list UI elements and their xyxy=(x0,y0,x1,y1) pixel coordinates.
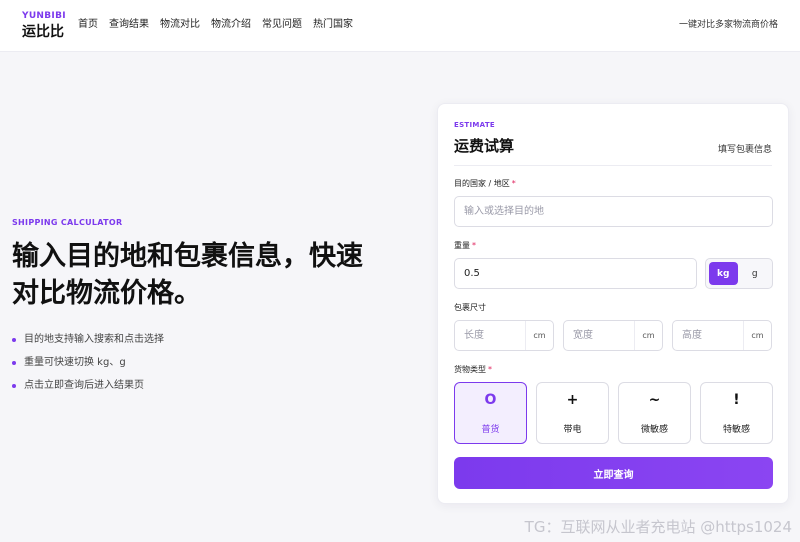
unit-kg-button[interactable]: kg xyxy=(709,262,738,285)
hero-title: 输入目的地和包裹信息，快速对比物流价格。 xyxy=(12,241,363,309)
length-unit: cm xyxy=(525,321,553,350)
circle-icon: O xyxy=(484,392,497,408)
bullet-dot-icon xyxy=(12,338,16,342)
hero-feature-text: 重量可快速切换 kg、g xyxy=(24,357,126,368)
required-mark: * xyxy=(488,365,492,374)
bullet-dot-icon xyxy=(12,361,16,365)
hero-feature-item: 点击立即查询后进入结果页 xyxy=(12,380,412,392)
destination-input[interactable] xyxy=(454,196,773,227)
cargo-type-label-text: 货物类型 xyxy=(454,365,486,374)
exclamation-icon: ! xyxy=(733,392,740,408)
weight-input[interactable] xyxy=(454,258,697,289)
unit-g-button[interactable]: g xyxy=(741,262,770,285)
cargo-type-label-highly-sensitive: 特敏感 xyxy=(722,425,750,435)
plus-icon: + xyxy=(566,392,579,408)
nav-item-home[interactable]: 首页 xyxy=(78,18,98,32)
hero-feature-item: 重量可快速切换 kg、g xyxy=(12,357,412,369)
hero-feature-list: 目的地支持输入搜索和点击选择 重量可快速切换 kg、g 点击立即查询后进入结果页 xyxy=(12,334,412,392)
width-input[interactable] xyxy=(564,321,636,350)
hero-feature-text: 目的地支持输入搜索和点击选择 xyxy=(24,334,164,345)
cargo-type-battery[interactable]: + 带电 xyxy=(536,382,609,444)
length-input[interactable] xyxy=(455,321,527,350)
destination-label-text: 目的国家 / 地区 xyxy=(454,179,510,188)
weight-label: 重量 * xyxy=(454,241,476,251)
hero-feature-item: 目的地支持输入搜索和点击选择 xyxy=(12,334,412,346)
cargo-type-label: 货物类型 * xyxy=(454,365,492,375)
main-nav: 首页 查询结果 物流对比 物流介绍 常见问题 热门国家 xyxy=(78,18,353,32)
hero-feature-text: 点击立即查询后进入结果页 xyxy=(24,380,144,391)
hero-eyebrow: SHIPPING CALCULATOR xyxy=(12,218,123,227)
cargo-type-label-general: 普货 xyxy=(481,425,500,435)
height-input[interactable] xyxy=(673,321,745,350)
nav-item-compare[interactable]: 物流对比 xyxy=(160,18,200,32)
card-divider xyxy=(454,165,772,166)
brand-logo[interactable]: YUNBIBI 运比比 xyxy=(22,11,66,41)
nav-item-hot-countries[interactable]: 热门国家 xyxy=(313,18,353,32)
cargo-type-highly-sensitive[interactable]: ! 特敏感 xyxy=(700,382,773,444)
width-unit: cm xyxy=(634,321,662,350)
cargo-type-label-battery: 带电 xyxy=(563,425,582,435)
card-hint: 填写包裹信息 xyxy=(717,145,772,155)
card-eyebrow: ESTIMATE xyxy=(454,121,495,129)
wave-icon: ~ xyxy=(648,392,661,408)
brand-name-en: YUNBIBI xyxy=(22,11,66,21)
bullet-dot-icon xyxy=(12,384,16,388)
cargo-type-slightly-sensitive[interactable]: ~ 微敏感 xyxy=(618,382,691,444)
weight-unit-toggle: kg g xyxy=(705,258,773,289)
nav-item-faq[interactable]: 常见问题 xyxy=(262,18,302,32)
height-unit: cm xyxy=(743,321,771,350)
required-mark: * xyxy=(511,179,516,188)
estimate-card: ESTIMATE 运费试算 填写包裹信息 目的国家 / 地区* 重量* kg g… xyxy=(437,103,789,504)
destination-label: 目的国家 / 地区 * xyxy=(454,179,516,189)
watermark-text: TG：互联网从业者充电站 @https1024 xyxy=(524,518,792,536)
required-mark: * xyxy=(472,241,476,250)
top-header: YUNBIBI 运比比 首页 查询结果 物流对比 物流介绍 常见问题 热门国家 … xyxy=(0,0,800,52)
brand-name-cn: 运比比 xyxy=(22,24,64,40)
nav-item-results[interactable]: 查询结果 xyxy=(109,18,149,32)
header-tagline: 一键对比多家物流商价格 xyxy=(678,20,778,30)
height-field: cm xyxy=(672,320,772,351)
query-now-button[interactable]: 立即查询 xyxy=(454,457,773,489)
cargo-type-general[interactable]: O 普货 xyxy=(454,382,527,444)
cargo-type-label-slightly-sensitive: 微敏感 xyxy=(640,425,668,435)
nav-item-intro[interactable]: 物流介绍 xyxy=(211,18,251,32)
length-field: cm xyxy=(454,320,554,351)
weight-label-text: 重量 xyxy=(454,241,470,250)
hero-section: SHIPPING CALCULATOR 输入目的地和包裹信息，快速对比物流价格。… xyxy=(12,218,412,403)
dimensions-label: 包裹尺寸 xyxy=(454,303,486,312)
card-title: 运费试算 xyxy=(454,137,515,155)
width-field: cm xyxy=(563,320,663,351)
